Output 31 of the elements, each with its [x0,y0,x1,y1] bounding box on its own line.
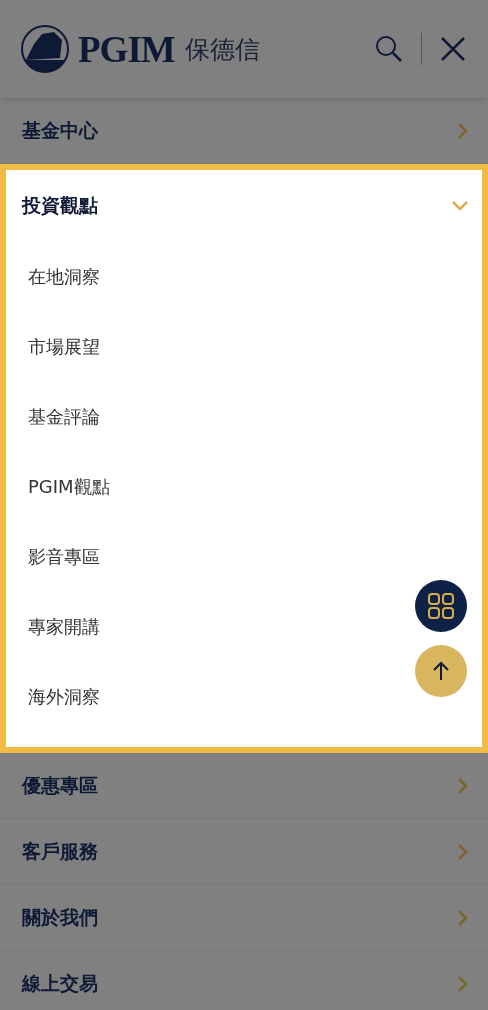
menu-item-label: 基金中心 [22,117,98,143]
submenu-link[interactable]: 基金評論 [6,382,482,452]
search-icon [375,35,403,63]
menu-item-label: 關於我們 [22,904,98,930]
logo-icon [20,24,70,74]
submenu-link[interactable]: 在地洞察 [6,242,482,312]
submenu-link[interactable]: 海外洞察 [6,662,482,732]
grid-icon [428,593,454,619]
menu-item[interactable]: 投資觀點 [6,170,482,242]
menu-item-label: 線上交易 [22,970,98,996]
menu-item[interactable]: 關於我們 [0,885,488,951]
menu-item-label: 投資觀點 [22,193,98,218]
chevron-right-icon [458,843,468,860]
submenu-link[interactable]: 市場展望 [6,312,482,382]
menu-item[interactable]: 線上交易 [0,951,488,1010]
brand-chinese-name: 保德信 [184,33,260,66]
menu-item-label: 優惠專區 [22,772,98,798]
menu-item[interactable]: 客戶服務 [0,819,488,885]
chevron-down-icon [452,201,468,211]
menu-item[interactable]: 優惠專區 [0,753,488,819]
chevron-right-icon [458,777,468,794]
close-icon [440,36,466,62]
menu-item-label: 客戶服務 [22,838,98,864]
submenu-link[interactable]: 影音專區 [6,522,482,592]
brand-name: PGIM [78,27,175,71]
chevron-right-icon [458,909,468,926]
arrow-up-icon [433,661,449,681]
chevron-right-icon [458,975,468,992]
chevron-right-icon [458,122,468,139]
submenu-link[interactable]: 專家開講 [6,592,482,662]
submenu-link[interactable]: PGIM觀點 [6,452,482,522]
